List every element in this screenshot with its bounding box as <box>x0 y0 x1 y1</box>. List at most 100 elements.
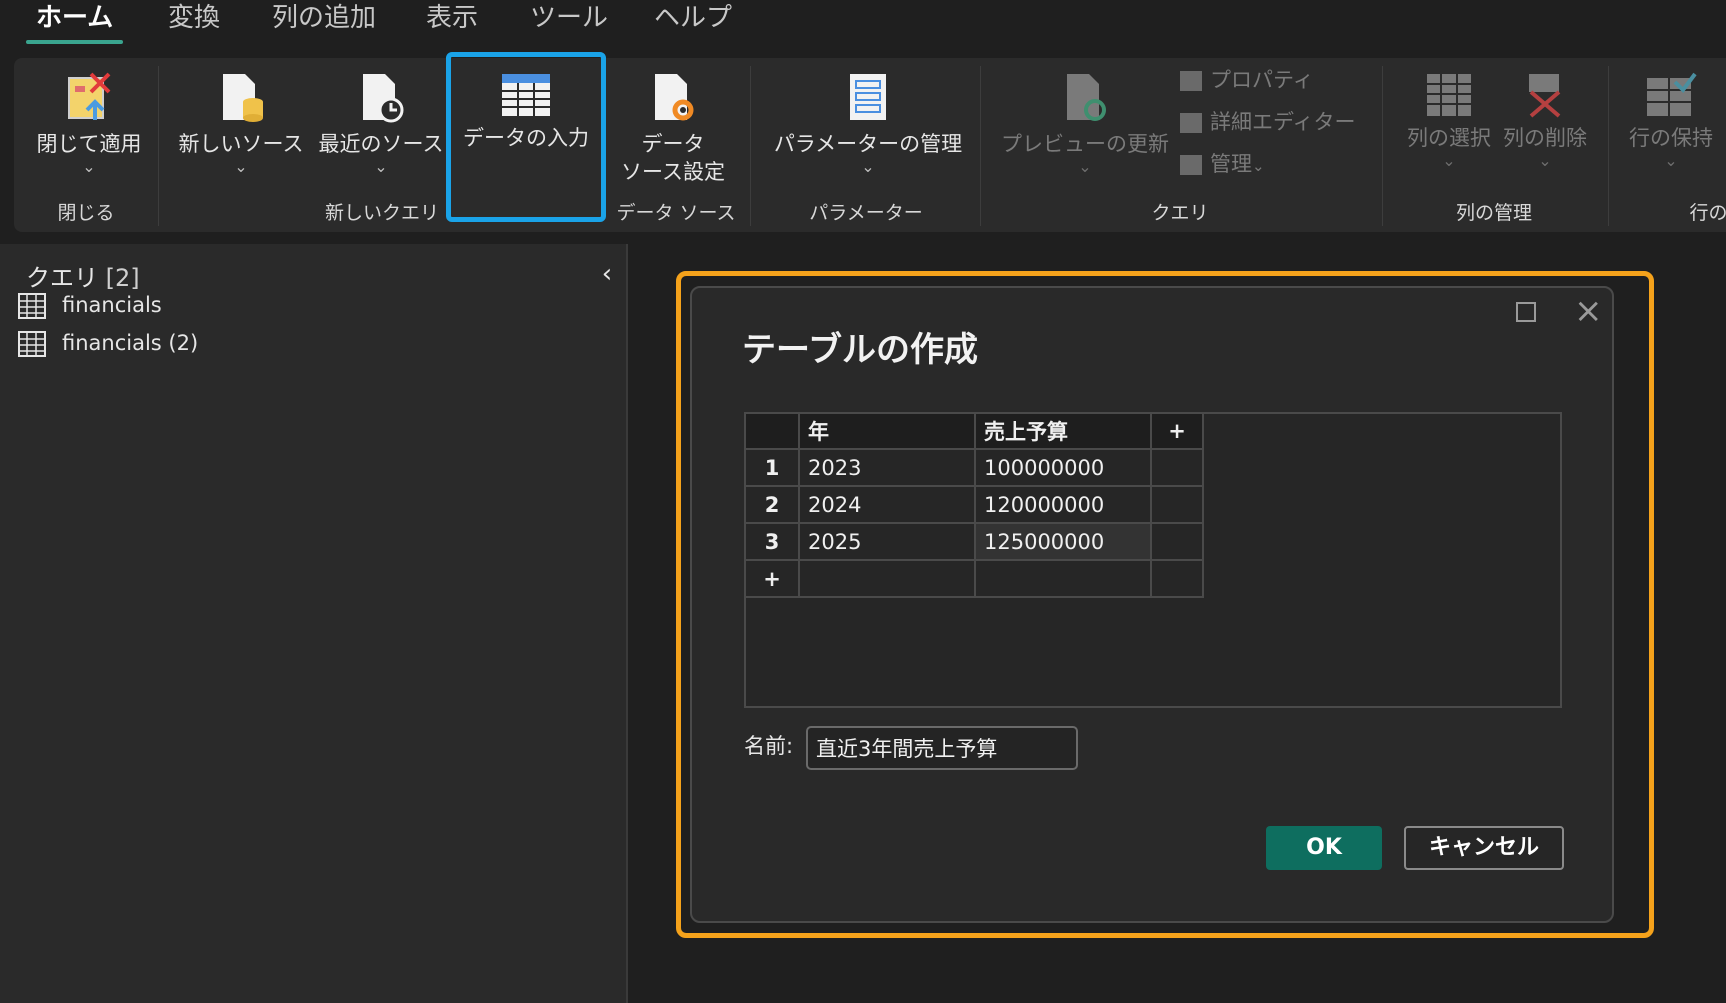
name-label: 名前: <box>744 734 794 758</box>
new-source-icon <box>223 74 263 122</box>
recent-sources-label: 最近のソース <box>318 132 444 156</box>
properties-button[interactable]: プロパティ <box>1180 66 1314 94</box>
properties-icon <box>1180 71 1202 91</box>
group-label-parameters: パラメーター <box>809 202 923 224</box>
data-source-settings-label-2: ソース設定 <box>621 160 725 184</box>
choose-columns-label: 列の選択 <box>1407 126 1491 150</box>
new-source-label: 新しいソース <box>178 132 304 156</box>
data-table: 年 売上予算 + 1 2023 100000000 2 2024 1200000… <box>744 412 1204 598</box>
maximize-icon[interactable] <box>1516 302 1536 322</box>
advanced-editor-label: 詳細エディター <box>1210 110 1356 134</box>
cell-budget[interactable]: 120000000 <box>974 485 1152 524</box>
manage-icon <box>1180 155 1202 175</box>
close-apply-icon <box>68 72 111 120</box>
manage-button[interactable]: 管理⌄ <box>1180 150 1265 180</box>
tab-help[interactable]: ヘルプ <box>654 0 732 44</box>
header-corner <box>744 412 800 450</box>
chevron-down-icon: ⌄ <box>1664 151 1678 170</box>
add-row-button[interactable]: + <box>744 559 800 598</box>
group-label-new-query: 新しいクエリ <box>324 202 440 224</box>
recent-sources-button[interactable]: 最近のソース ⌄ <box>316 72 446 176</box>
group-label-close: 閉じる <box>57 202 115 224</box>
keep-rows-icon <box>1647 72 1697 116</box>
ribbon-divider <box>1382 66 1383 226</box>
column-header-budget[interactable]: 売上予算 <box>974 412 1152 450</box>
ribbon: 閉じて適用 ⌄ 閉じる 新しいソース ⌄ 最近のソース ⌄ データの入力 新しい… <box>14 58 1726 232</box>
cell-empty[interactable] <box>798 559 976 598</box>
query-item-label: financials <box>62 293 162 317</box>
tab-add-column[interactable]: 列の追加 <box>272 0 376 44</box>
table-row: 1 2023 100000000 <box>744 448 1204 487</box>
new-source-button[interactable]: 新しいソース ⌄ <box>176 72 306 176</box>
tab-tools[interactable]: ツール <box>530 0 608 44</box>
tab-home[interactable]: ホーム <box>25 0 124 44</box>
row-number: 3 <box>744 522 800 561</box>
enter-data-label: データの入力 <box>463 126 589 150</box>
cell-budget[interactable]: 100000000 <box>974 448 1152 487</box>
table-icon <box>18 293 46 319</box>
cell-year[interactable]: 2024 <box>798 485 976 524</box>
cell-empty[interactable] <box>1150 559 1204 598</box>
ribbon-divider <box>1608 66 1609 226</box>
advanced-editor-button[interactable]: 詳細エディター <box>1180 108 1356 136</box>
chevron-down-icon: ⌄ <box>1442 151 1456 170</box>
refresh-icon <box>1067 74 1106 121</box>
query-item-financials-2[interactable]: financials (2) <box>18 326 198 360</box>
group-label-reduce-rows: 行の削 <box>1689 202 1726 224</box>
dialog-title: テーブルの作成 <box>742 330 978 370</box>
add-column-button[interactable]: + <box>1150 412 1204 450</box>
cell-empty[interactable] <box>1150 485 1204 524</box>
ribbon-divider <box>158 66 159 226</box>
enter-data-button[interactable]: データの入力 <box>456 72 596 152</box>
data-grid: 年 売上予算 + 1 2023 100000000 2 2024 1200000… <box>744 412 1562 708</box>
table-icon <box>502 74 550 116</box>
manage-parameters-button[interactable]: パラメーターの管理 ⌄ <box>768 72 968 176</box>
data-source-settings-button[interactable]: データ ソース設定 <box>618 72 728 186</box>
close-icon[interactable]: × <box>1574 294 1603 328</box>
group-label-query: クエリ <box>1151 202 1209 224</box>
refresh-preview-button[interactable]: プレビューの更新 ⌄ <box>996 72 1174 176</box>
close-apply-button[interactable]: 閉じて適用 ⌄ <box>30 72 148 176</box>
chevron-down-icon: ⌄ <box>1538 151 1552 170</box>
data-source-settings-icon <box>655 74 694 121</box>
ribbon-divider <box>750 66 751 226</box>
cell-year[interactable]: 2025 <box>798 522 976 561</box>
choose-columns-icon <box>1427 74 1471 116</box>
group-label-manage-columns: 列の管理 <box>1455 202 1533 224</box>
manage-parameters-label: パラメーターの管理 <box>773 132 963 156</box>
close-apply-label: 閉じて適用 <box>36 132 142 156</box>
remove-columns-icon <box>1529 74 1561 118</box>
row-number: 2 <box>744 485 800 524</box>
query-item-label: financials (2) <box>62 331 199 355</box>
tab-view[interactable]: 表示 <box>426 0 478 44</box>
chevron-down-icon: ⌄ <box>234 157 248 176</box>
collapse-pane-button[interactable]: ‹ <box>594 260 620 290</box>
chevron-down-icon: ⌄ <box>861 157 875 176</box>
group-label-data-sources: データ ソース <box>616 202 736 224</box>
manage-label: 管理 <box>1210 152 1252 176</box>
remove-columns-button[interactable]: 列の削除 ⌄ <box>1498 72 1592 170</box>
chevron-down-icon: ⌄ <box>1078 157 1092 176</box>
cancel-button[interactable]: キャンセル <box>1404 826 1564 870</box>
column-header-year[interactable]: 年 <box>798 412 976 450</box>
cell-empty[interactable] <box>1150 522 1204 561</box>
keep-rows-label: 行の保持 <box>1629 126 1713 150</box>
refresh-preview-label: プレビューの更新 <box>1001 132 1169 156</box>
query-item-financials[interactable]: financials <box>18 288 162 322</box>
table-icon <box>18 331 46 357</box>
ok-button[interactable]: OK <box>1266 826 1382 870</box>
row-number: 1 <box>744 448 800 487</box>
tab-transform[interactable]: 変換 <box>168 0 220 44</box>
table-name-input[interactable] <box>806 726 1078 770</box>
recent-sources-icon <box>363 74 404 123</box>
cell-year[interactable]: 2023 <box>798 448 976 487</box>
choose-columns-button[interactable]: 列の選択 ⌄ <box>1402 72 1496 170</box>
keep-rows-button[interactable]: 行の保持 ⌄ <box>1624 72 1718 170</box>
chevron-down-icon: ⌄ <box>1252 157 1265 175</box>
cell-empty[interactable] <box>974 559 1152 598</box>
header-row: 年 売上予算 + <box>744 412 1204 450</box>
cell-budget[interactable]: 125000000 <box>974 522 1152 561</box>
chevron-down-icon: ⌄ <box>82 157 96 176</box>
create-table-dialog: × テーブルの作成 年 売上予算 + 1 2023 100000000 2 20… <box>690 286 1614 923</box>
cell-empty[interactable] <box>1150 448 1204 487</box>
